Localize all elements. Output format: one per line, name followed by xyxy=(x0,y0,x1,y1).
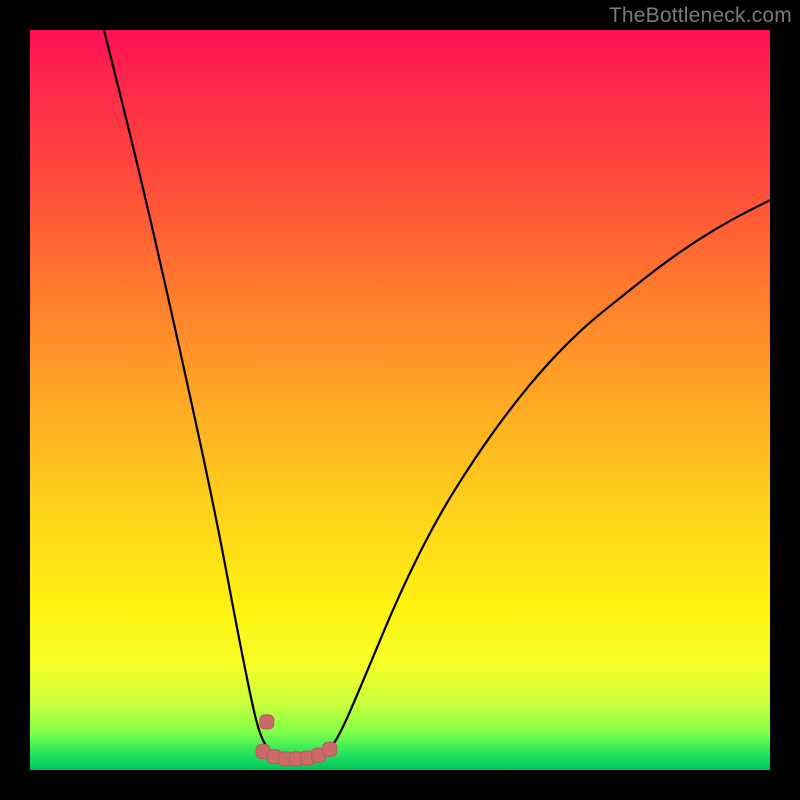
chart-frame: TheBottleneck.com xyxy=(0,0,800,800)
curve-left-branch xyxy=(104,30,274,755)
watermark-text: TheBottleneck.com xyxy=(609,4,792,28)
valley-markers xyxy=(256,715,337,766)
valley-marker xyxy=(323,742,337,756)
curve-right-branch xyxy=(326,200,770,755)
valley-marker xyxy=(260,715,274,729)
chart-svg xyxy=(30,30,770,770)
